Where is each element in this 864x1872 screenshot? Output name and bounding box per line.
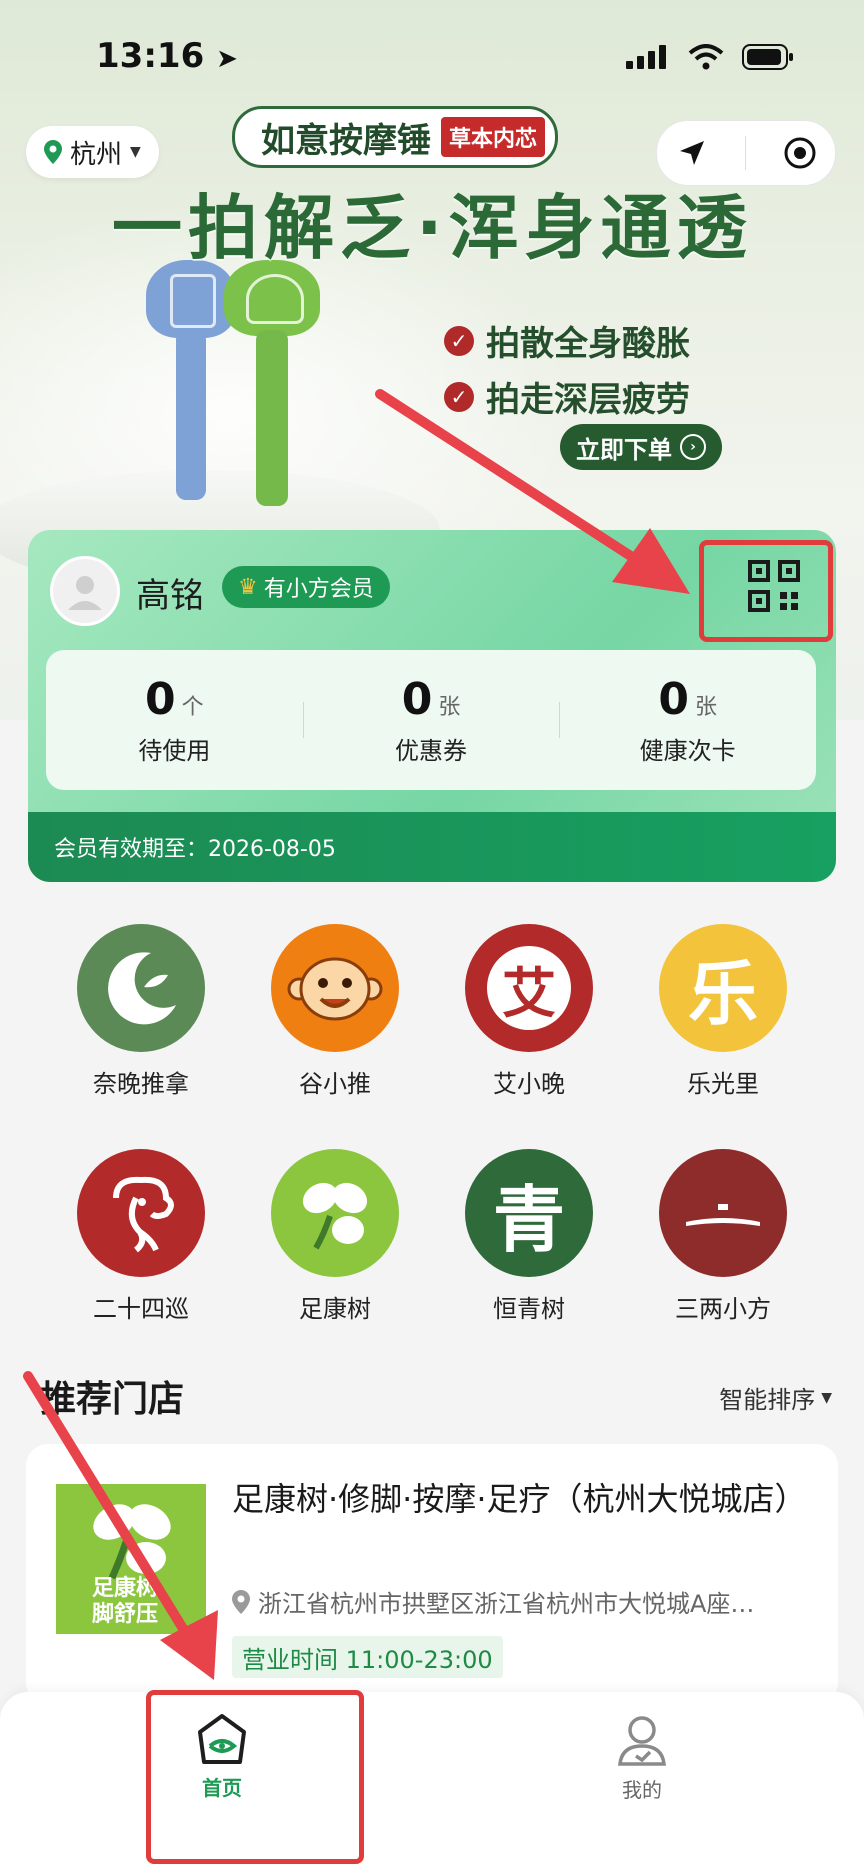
annotation-arrows [23,389,690,1680]
